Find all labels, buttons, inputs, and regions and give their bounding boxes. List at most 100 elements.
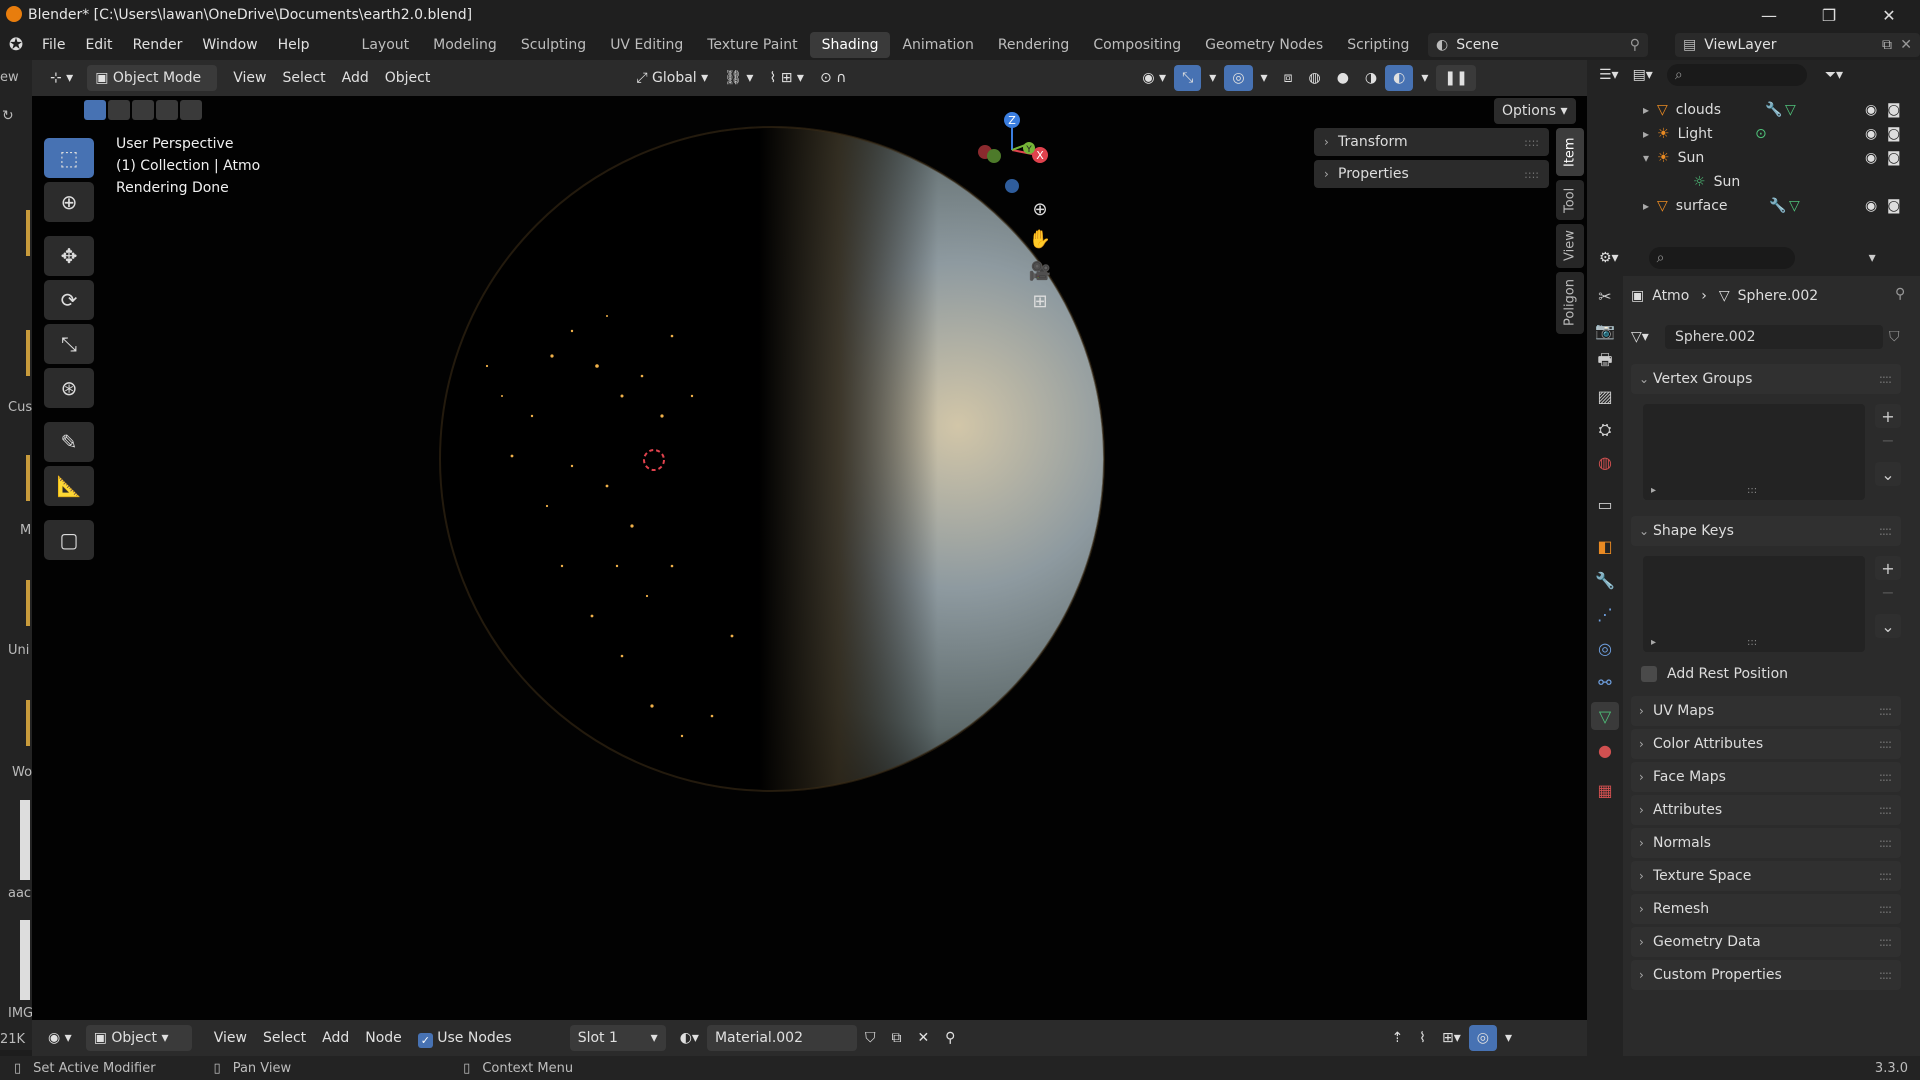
transform-orientation-selector[interactable]: ⤢ Global ▾	[628, 65, 716, 91]
custom-properties-panel-header[interactable]: › Custom Properties::::	[1631, 960, 1901, 990]
tab-scripting[interactable]: Scripting	[1335, 32, 1421, 58]
viewport-menu-add[interactable]: Add	[334, 65, 377, 91]
pin-shader-icon[interactable]: ⚲	[937, 1025, 963, 1051]
tool-props-icon[interactable]: ✂	[1591, 282, 1619, 310]
pin-icon[interactable]: ⚲	[1630, 37, 1640, 53]
pause-render-icon[interactable]: ❚❚	[1436, 65, 1476, 91]
tab-sculpting[interactable]: Sculpting	[509, 32, 598, 58]
physics-props-icon[interactable]: ◎	[1591, 634, 1619, 662]
fake-user-shield-icon[interactable]: ⛉	[1889, 329, 1900, 345]
gizmo-toggle-icon[interactable]: ⤡	[1174, 65, 1202, 91]
add-shape-key-button[interactable]: +	[1875, 556, 1901, 580]
view-layer-props-icon[interactable]: ▨	[1591, 382, 1619, 410]
face-maps-panel-header[interactable]: › Face Maps::::	[1631, 762, 1901, 792]
list-expand-icon[interactable]: ▸	[1651, 637, 1656, 648]
properties-search-field[interactable]: ⌕	[1648, 247, 1795, 269]
outliner-row[interactable]: ▸ ▽ clouds 🔧 ▽ ◉ ◙	[1587, 98, 1920, 122]
outliner-row[interactable]: ▸ ▽ surface 🔧 ▽ ◉ ◙	[1587, 194, 1920, 218]
outliner-row[interactable]: ▸ ☀ Light ⊙ ◉ ◙	[1587, 122, 1920, 146]
particles-props-icon[interactable]: ⋰	[1591, 600, 1619, 628]
shading-material-icon[interactable]: ◑	[1357, 65, 1385, 91]
snap-shader-icon[interactable]: ⌇	[1411, 1025, 1434, 1051]
close-button[interactable]: ✕	[1866, 0, 1912, 30]
tab-view[interactable]: View	[1556, 224, 1584, 268]
shader-menu-add[interactable]: Add	[314, 1025, 357, 1051]
remove-vertex-group-button[interactable]: −	[1875, 428, 1901, 452]
snap-icon[interactable]: ⌇ ⊞ ▾	[761, 65, 812, 91]
new-view-layer-icon[interactable]: ⧉	[1882, 37, 1892, 53]
shader-overlay-dropdown-icon[interactable]: ▾	[1497, 1025, 1520, 1051]
fake-user-icon[interactable]: ⛉	[857, 1025, 884, 1051]
geometry-data-panel-header[interactable]: › Geometry Data::::	[1631, 927, 1901, 957]
tab-item[interactable]: Item	[1556, 128, 1584, 176]
3d-viewport[interactable]: Options ▾ User Perspective (1) Collectio…	[32, 96, 1587, 1020]
properties-panel-header[interactable]: › Properties::::	[1314, 160, 1549, 188]
vertex-groups-panel-header[interactable]: ⌄ Vertex Groups::::	[1631, 364, 1901, 394]
eye-icon[interactable]: ◉	[1865, 198, 1877, 214]
properties-editor-icon[interactable]: ⚙▾	[1599, 250, 1619, 266]
vertex-group-specials-button[interactable]: ⌄	[1875, 462, 1901, 486]
shading-wireframe-icon[interactable]: ◍	[1300, 65, 1328, 91]
filter-icon[interactable]: ⏷▾	[1825, 67, 1843, 83]
add-vertex-group-button[interactable]: +	[1875, 404, 1901, 428]
refresh-icon[interactable]: ↻	[2, 108, 14, 124]
viewport-menu-object[interactable]: Object	[377, 65, 439, 91]
tab-rendering[interactable]: Rendering	[986, 32, 1082, 58]
attributes-panel-header[interactable]: › Attributes::::	[1631, 795, 1901, 825]
tab-geometry-nodes[interactable]: Geometry Nodes	[1193, 32, 1335, 58]
parent-node-tree-icon[interactable]: ⇡	[1383, 1025, 1411, 1051]
mode-selector[interactable]: ▣ Object Mode ▾	[87, 65, 218, 112]
use-nodes-checkbox[interactable]: ✓ Use Nodes	[410, 1025, 520, 1051]
mesh-browse-icon[interactable]: ▽▾	[1631, 329, 1665, 345]
camera-render-icon[interactable]: ◙	[1887, 198, 1901, 214]
normals-panel-header[interactable]: › Normals::::	[1631, 828, 1901, 858]
tab-shading[interactable]: Shading	[809, 32, 891, 58]
constraints-props-icon[interactable]: ⚯	[1591, 668, 1619, 696]
viewport-menu-view[interactable]: View	[225, 65, 274, 91]
zoom-icon[interactable]: ⊕	[1025, 194, 1055, 224]
tab-layout[interactable]: Layout	[350, 32, 422, 58]
material-name-field[interactable]: Material.002	[706, 1025, 857, 1051]
minimize-button[interactable]: —	[1746, 0, 1792, 30]
maximize-button[interactable]: ❐	[1806, 0, 1852, 30]
tab-texture-paint[interactable]: Texture Paint	[695, 32, 809, 58]
eye-icon[interactable]: ◉	[1865, 150, 1877, 166]
world-props-icon[interactable]: ◍	[1591, 448, 1619, 476]
eye-icon[interactable]: ◉	[1865, 126, 1877, 142]
menu-file[interactable]: File	[32, 32, 75, 58]
material-browse-icon[interactable]: ◐▾	[672, 1025, 707, 1051]
display-mode-icon[interactable]: ▤▾	[1633, 67, 1653, 83]
tab-modeling[interactable]: Modeling	[421, 32, 509, 58]
shading-solid-icon[interactable]: ●	[1329, 65, 1357, 91]
list-resize-grip[interactable]: :::	[1747, 637, 1757, 648]
texture-space-panel-header[interactable]: › Texture Space::::	[1631, 861, 1901, 891]
mesh-name-field[interactable]: Sphere.002	[1665, 325, 1883, 349]
pin-properties-icon[interactable]: ⚲	[1895, 286, 1905, 302]
pivot-icon[interactable]: ⛓ ▾	[716, 65, 761, 91]
shader-overlay-icon[interactable]: ◎	[1468, 1025, 1497, 1051]
view-layer-selector[interactable]: ▤ ViewLayer ⧉ ✕	[1675, 33, 1920, 57]
menu-edit[interactable]: Edit	[75, 32, 122, 58]
remesh-panel-header[interactable]: › Remesh::::	[1631, 894, 1901, 924]
eye-icon[interactable]: ◉	[1865, 102, 1877, 118]
color-attributes-panel-header[interactable]: › Color Attributes::::	[1631, 729, 1901, 759]
camera-render-icon[interactable]: ◙	[1887, 126, 1901, 142]
properties-options-icon[interactable]: ▾	[1869, 250, 1876, 266]
tab-poligon[interactable]: Poligon	[1556, 272, 1584, 334]
tab-uv-editing[interactable]: UV Editing	[598, 32, 695, 58]
add-rest-position-checkbox[interactable]: Add Rest Position	[1641, 662, 1788, 686]
shader-menu-node[interactable]: Node	[357, 1025, 410, 1051]
shape-keys-panel-header[interactable]: ⌄ Shape Keys::::	[1631, 516, 1901, 546]
menu-window[interactable]: Window	[192, 32, 267, 58]
shading-dropdown-icon[interactable]: ▾	[1413, 65, 1436, 91]
shape-key-specials-button[interactable]: ⌄	[1875, 614, 1901, 638]
vertex-groups-list[interactable]: ▸ :::	[1643, 404, 1865, 500]
outliner-row[interactable]: ☼ Sun	[1587, 170, 1920, 194]
shader-type-selector[interactable]: ▣ Object ▾	[85, 1025, 192, 1051]
transform-panel-header[interactable]: › Transform::::	[1314, 128, 1549, 156]
shader-menu-view[interactable]: View	[206, 1025, 255, 1051]
camera-view-icon[interactable]: 🎥	[1025, 256, 1055, 286]
ortho-grid-icon[interactable]: ⊞	[1025, 286, 1055, 316]
shader-menu-select[interactable]: Select	[255, 1025, 314, 1051]
output-props-icon[interactable]: 🖶	[1591, 348, 1619, 376]
